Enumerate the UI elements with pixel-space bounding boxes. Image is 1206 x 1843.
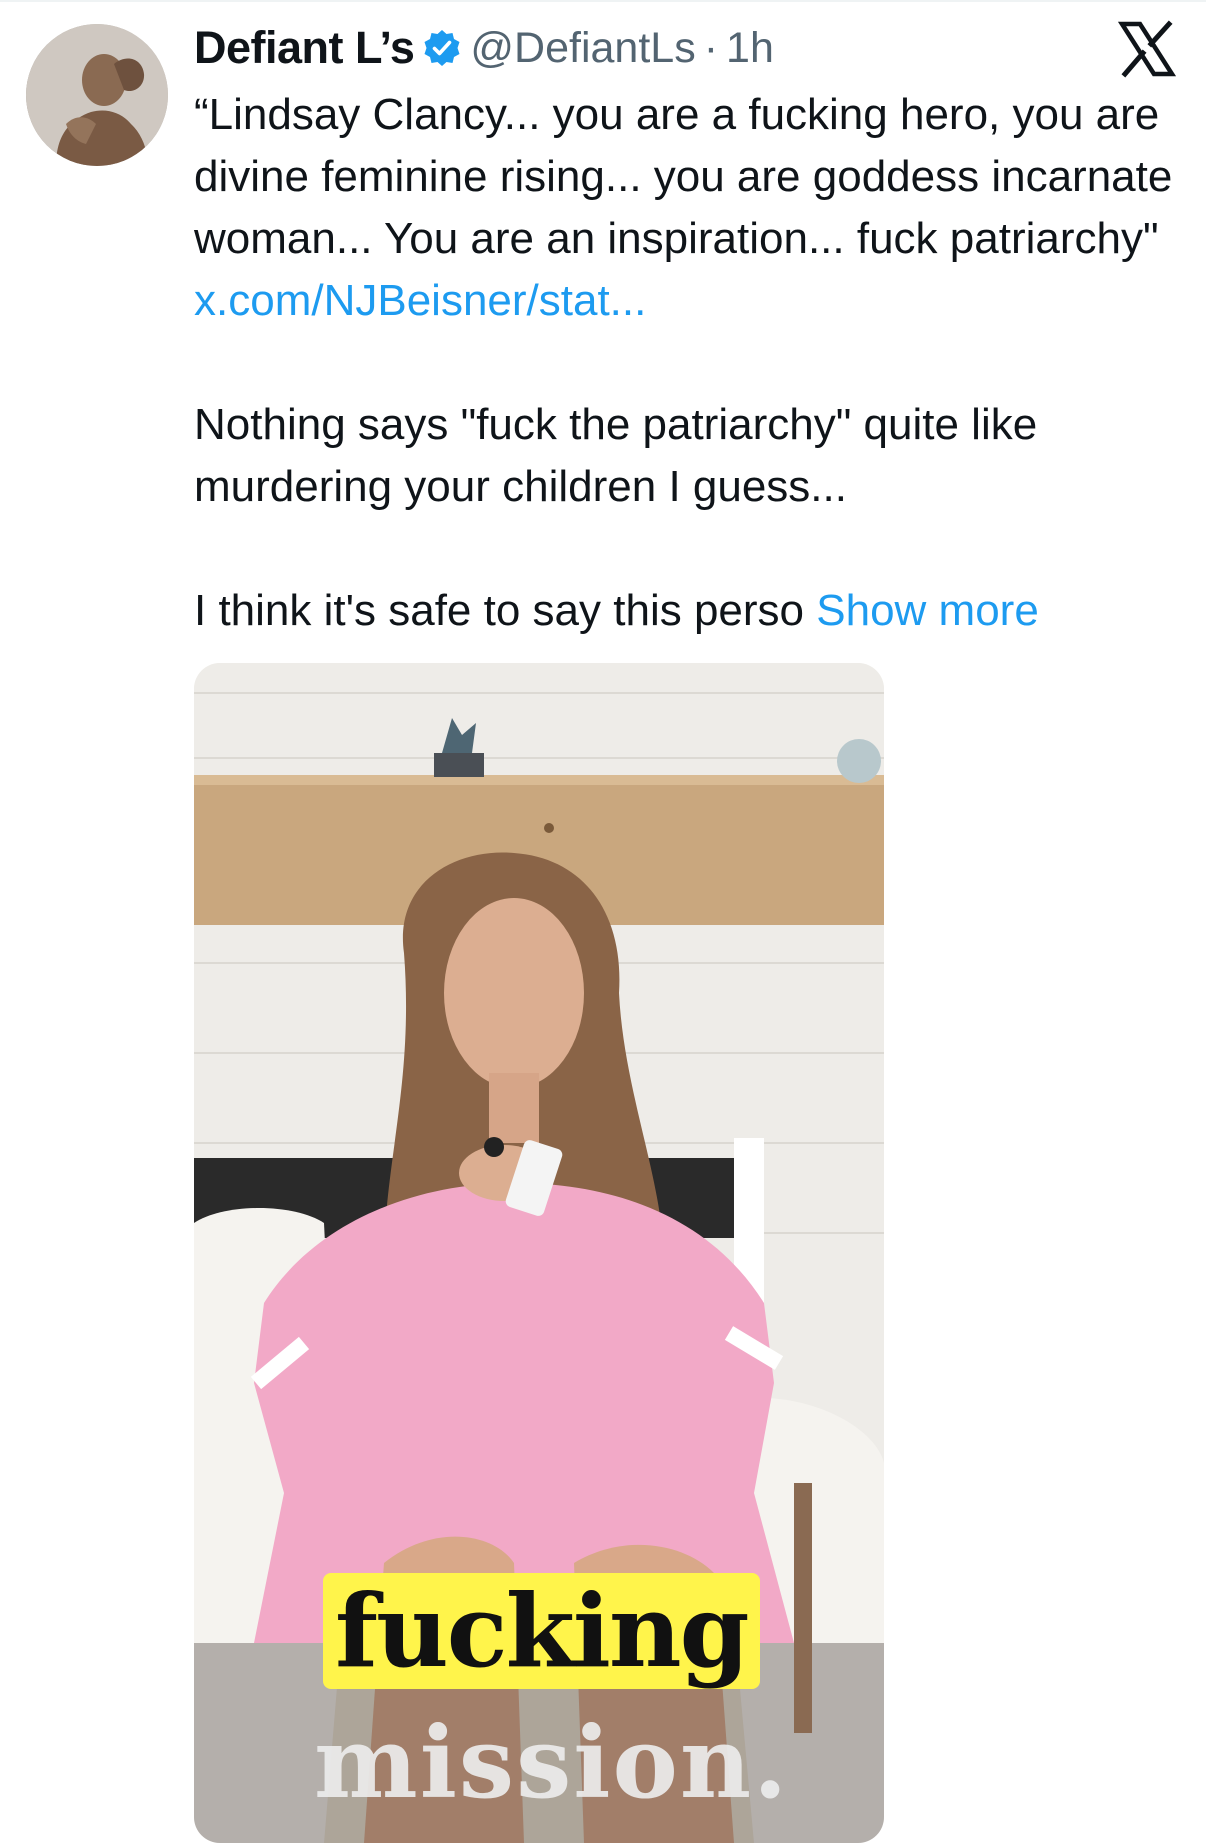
avatar-image <box>26 24 168 166</box>
post-header: Defiant L’s @DefiantLs · 1h <box>194 20 774 76</box>
author-name[interactable]: Defiant L’s <box>194 22 415 74</box>
paragraph-3: I think it's safe to say this perso Show… <box>194 580 1184 642</box>
top-divider <box>0 0 1206 2</box>
quote-link[interactable]: x.com/NJBeisner/stat... <box>194 276 646 325</box>
truncated-text: I think it's safe to say this perso <box>194 586 805 635</box>
video-caption-highlight: fucking <box>323 1573 760 1689</box>
author-avatar[interactable] <box>26 24 168 166</box>
post-timestamp[interactable]: 1h <box>726 24 774 73</box>
post-text: “Lindsay Clancy... you are a fucking her… <box>194 84 1184 642</box>
x-logo-icon[interactable] <box>1118 20 1176 78</box>
show-more-link[interactable]: Show more <box>816 586 1039 635</box>
author-handle[interactable]: @DefiantLs <box>470 24 695 73</box>
video-caption-secondary: mission. <box>314 1706 790 1821</box>
quote-text: “Lindsay Clancy... you are a fucking her… <box>194 90 1173 263</box>
verified-badge-icon <box>422 28 462 68</box>
quote-paragraph: “Lindsay Clancy... you are a fucking her… <box>194 84 1184 332</box>
header-separator: · <box>703 23 719 72</box>
paragraph-2: Nothing says "fuck the patriarchy" quite… <box>194 400 1038 511</box>
post-video-thumbnail[interactable]: fucking mission. <box>194 663 884 1843</box>
